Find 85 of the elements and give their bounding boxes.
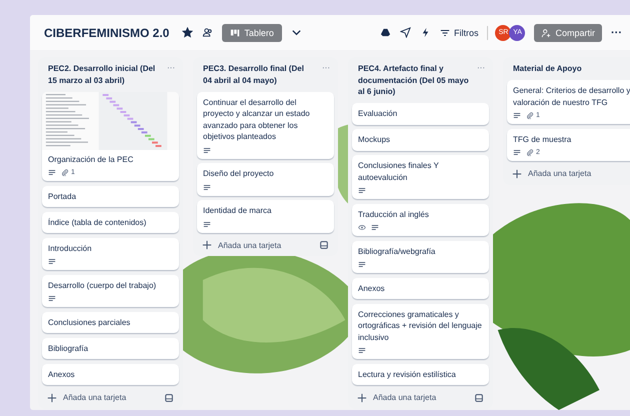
- card-title: Introducción: [48, 242, 93, 254]
- card-title: Conclusiones parciales: [48, 316, 132, 328]
- card[interactable]: Introducción: [42, 238, 179, 270]
- description-icon: [203, 184, 211, 190]
- paperclip-icon: [526, 149, 534, 156]
- list-menu-button[interactable]: ···: [167, 63, 175, 72]
- share-button[interactable]: Compartir: [534, 24, 602, 42]
- add-person-icon: [541, 28, 552, 38]
- card-title: Índice (tabla de contenidos): [48, 216, 148, 228]
- plus-icon: [47, 392, 57, 402]
- template-icon[interactable]: [164, 392, 174, 402]
- card[interactable]: Anexos: [352, 278, 489, 299]
- chevron-down-icon[interactable]: [290, 27, 302, 38]
- eye-icon: [358, 224, 366, 231]
- description-icon: [513, 149, 521, 156]
- template-icon[interactable]: [474, 392, 484, 402]
- card[interactable]: Correcciones gramaticales y ortográficas + revisión del lenguaje inclusivo: [352, 304, 489, 359]
- description-icon: [203, 146, 211, 154]
- list-menu-button[interactable]: ···: [477, 63, 485, 72]
- list-title[interactable]: PEC4. Artefacto final y documentación (Del 05 mayo al 6 junio): [358, 63, 477, 98]
- description-icon: [358, 347, 366, 354]
- add-card-button[interactable]: Añada una tarjeta: [512, 168, 630, 178]
- card[interactable]: Portada: [42, 186, 179, 207]
- card-title: Anexos: [358, 282, 386, 294]
- description-icon: [358, 187, 366, 194]
- card[interactable]: Índice (tabla de contenidos): [42, 212, 179, 233]
- template-icon[interactable]: [319, 240, 329, 250]
- filter-button[interactable]: Filtros: [440, 28, 478, 38]
- card-title: Correcciones gramaticales y ortográficas + revisión del lenguaje inclusivo: [358, 308, 483, 343]
- card-title: Continuar el desarrollo del proyecto y alcanzar un estado avanzado para obtener los objetivos planteados: [203, 96, 311, 142]
- card-title: Bibliografía: [48, 342, 90, 354]
- card[interactable]: Continuar el desarrollo del proyecto y alcanzar un estado avanzado para obtener los objetivos planteados: [197, 92, 334, 158]
- star-icon[interactable]: [182, 27, 194, 38]
- list-title[interactable]: PEC2. Desarrollo inicial (Del 15 marzo al 03 abril): [48, 63, 167, 86]
- card[interactable]: Conclusiones parciales: [42, 312, 179, 333]
- list-menu-button[interactable]: ···: [322, 63, 330, 72]
- add-card-button[interactable]: Añada una tarjeta: [202, 240, 319, 250]
- plus-icon: [202, 240, 212, 250]
- card-title: Mockups: [358, 134, 392, 146]
- card[interactable]: Evaluación: [352, 103, 489, 124]
- list-title[interactable]: Material de Apoyo: [513, 63, 630, 74]
- add-card-button[interactable]: Añada una tarjeta: [357, 392, 474, 402]
- card-title: Anexos: [48, 368, 76, 380]
- paperclip-icon: [61, 169, 69, 176]
- people-icon[interactable]: [202, 27, 214, 38]
- filter-icon: [440, 28, 450, 38]
- description-icon: [358, 261, 366, 268]
- list-title[interactable]: PEC3. Desarrollo final (Del 04 abril al 04 mayo): [203, 63, 322, 86]
- card-title: Desarrollo (cuerpo del trabajo): [48, 280, 158, 291]
- card[interactable]: Diseño del proyecto: [197, 163, 334, 196]
- card[interactable]: Desarrollo (cuerpo del trabajo): [42, 274, 179, 307]
- description-icon: [371, 224, 379, 231]
- description-icon: [48, 169, 56, 176]
- card-title: Lectura y revisión estilística: [358, 368, 457, 380]
- card-title: Portada: [48, 190, 78, 202]
- card[interactable]: Lectura y revisión estilística: [352, 364, 489, 385]
- card-title: Conclusiones finales Y autoevalución: [358, 160, 440, 183]
- card[interactable]: Identidad de marca: [197, 200, 334, 232]
- description-icon: [513, 112, 521, 119]
- card[interactable]: Conclusiones finales Y autoevalución: [352, 155, 489, 199]
- card[interactable]: Anexos: [42, 364, 179, 385]
- description-icon: [48, 258, 56, 265]
- card[interactable]: Mockups: [352, 129, 489, 150]
- card-title: Identidad de marca: [203, 205, 272, 216]
- card[interactable]: Bibliografía: [42, 338, 179, 359]
- card-title: Diseño del proyecto: [203, 168, 275, 180]
- card-title: Evaluación: [358, 108, 398, 120]
- more-button[interactable]: ···: [611, 26, 622, 38]
- card-title: TFG de muestra: [513, 134, 572, 145]
- card-title: Traducción al inglés: [358, 208, 430, 220]
- board-view-button[interactable]: Tablero: [222, 24, 282, 42]
- card[interactable]: Bibliografía/webgrafía: [352, 240, 489, 273]
- board-title[interactable]: CIBERFEMINISMO 2.0: [44, 26, 170, 40]
- plus-icon: [357, 392, 367, 402]
- board-icon: [230, 28, 240, 38]
- description-icon: [48, 295, 56, 302]
- paperclip-icon: [526, 112, 534, 119]
- description-icon: [203, 220, 211, 228]
- plus-icon: [512, 168, 522, 178]
- add-card-button[interactable]: Añada una tarjeta: [47, 392, 164, 402]
- card-title: General: Criterios de desarrollo y valoración de nuestro TFG: [513, 85, 630, 108]
- card[interactable]: Traducción al inglés: [352, 204, 489, 236]
- paper-plane-icon[interactable]: [400, 27, 411, 38]
- card-title: Organización de la PEC: [48, 154, 134, 165]
- card-title: Bibliografía/webgrafía: [358, 246, 436, 257]
